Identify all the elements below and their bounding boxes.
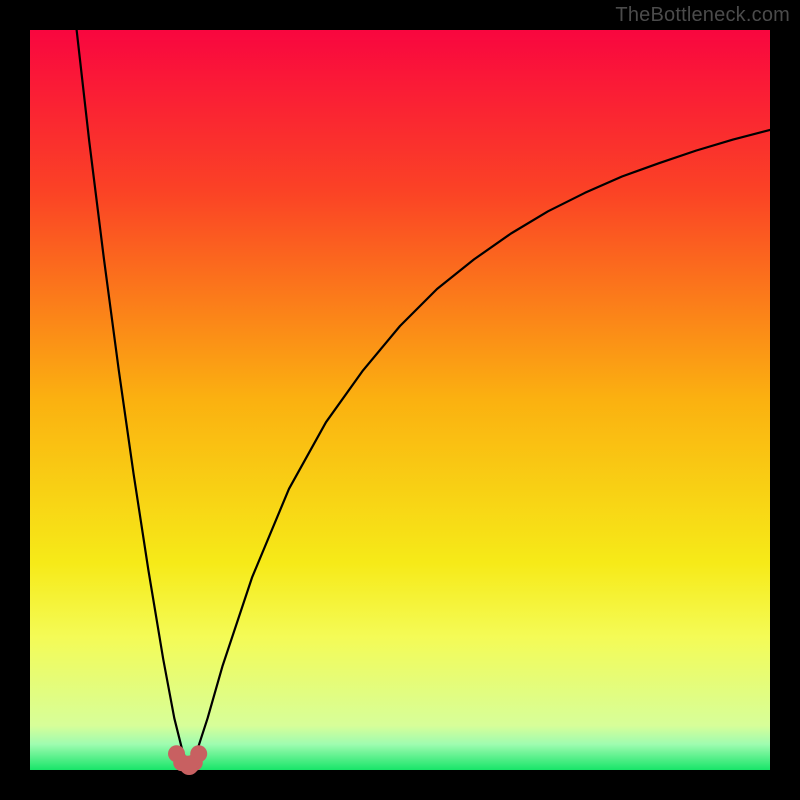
bottleneck-chart bbox=[0, 0, 800, 800]
valley-point bbox=[180, 756, 199, 775]
watermark-text: TheBottleneck.com bbox=[615, 4, 790, 27]
plot-background bbox=[30, 30, 770, 770]
chart-frame: TheBottleneck.com bbox=[0, 0, 800, 800]
